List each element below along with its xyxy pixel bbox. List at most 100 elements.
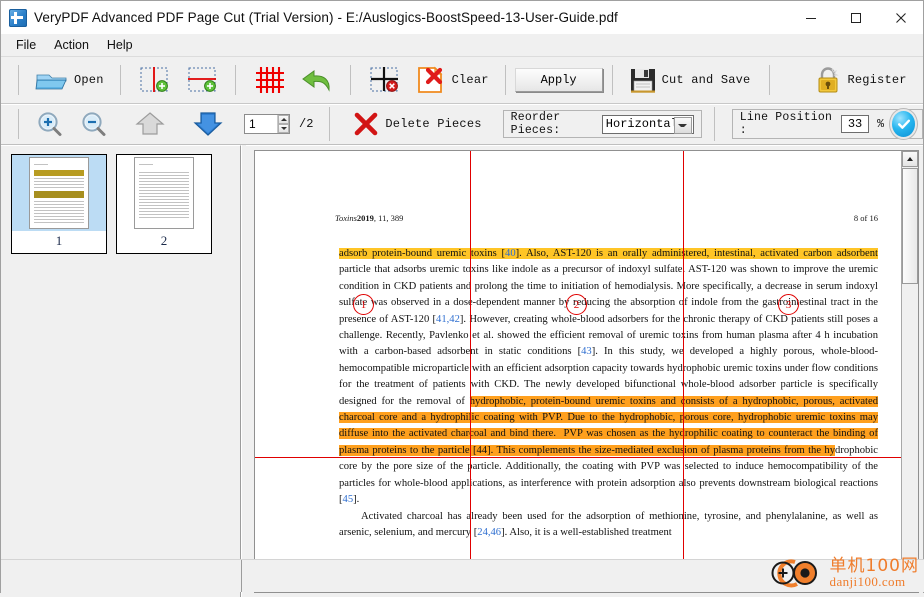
thumbnail-item-2[interactable]: 2 (116, 154, 212, 254)
document-viewer: Toxins2019, 11, 389 8 of 16 adsorb prote… (246, 145, 923, 597)
toolbar-separator (119, 65, 121, 95)
maximize-button[interactable] (833, 1, 878, 34)
watermark: 单机100网 danji100.com (765, 556, 919, 590)
thumbnail-page-image-1 (29, 157, 89, 229)
toolbar-separator (611, 65, 613, 95)
zoom-out-button[interactable] (72, 106, 116, 142)
page-navigation: /2 (244, 114, 313, 134)
cut-line-vertical-2[interactable] (683, 151, 685, 576)
toolbar-separator (18, 65, 19, 95)
clear-label: Clear (451, 73, 489, 87)
undo-button[interactable] (293, 61, 341, 99)
open-button[interactable]: Open (28, 63, 111, 97)
piece-marker-1: 1 (353, 294, 374, 315)
window-title: VeryPDF Advanced PDF Page Cut (Trial Ver… (34, 10, 618, 25)
close-button[interactable] (878, 1, 923, 34)
menu-bar: File Action Help (1, 34, 923, 57)
cut-line-horizontal-1[interactable] (255, 457, 902, 459)
grid-icon (255, 67, 284, 93)
menu-action[interactable]: Action (45, 35, 98, 55)
chevron-down-icon[interactable] (673, 116, 692, 134)
toolbar-separator (234, 65, 236, 95)
reorder-pieces-select[interactable]: Horizontal (601, 114, 694, 134)
watermark-cn: 单机100网 (829, 556, 919, 576)
thumbnail-number-1: 1 (55, 233, 63, 248)
application-window: VeryPDF Advanced PDF Page Cut (Trial Ver… (0, 0, 924, 597)
register-button[interactable]: Register (807, 62, 913, 98)
reorder-pieces-label: Reorder Pieces: (510, 111, 561, 137)
pdf-page-canvas[interactable]: Toxins2019, 11, 389 8 of 16 adsorb prote… (255, 151, 902, 576)
delete-pieces-label: Delete Pieces (385, 117, 482, 131)
cut-line-vertical-1[interactable] (470, 151, 472, 576)
zoom-out-icon (82, 112, 106, 136)
thumbnail-item-1[interactable]: 1 (11, 154, 107, 254)
minimize-icon (805, 17, 816, 19)
vertical-scroll-thumb[interactable] (902, 168, 918, 284)
page-spinner-down[interactable] (278, 124, 289, 133)
piece-marker-3: 3 (778, 294, 799, 315)
zoom-in-icon (38, 112, 62, 136)
toolbar-separator (769, 65, 771, 95)
down-arrow-icon (193, 112, 223, 136)
previous-page-button[interactable] (126, 106, 174, 142)
page-running-head: Toxins2019, 11, 389 8 of 16 (335, 213, 878, 223)
app-icon (9, 8, 27, 27)
add-vertical-line-button[interactable] (130, 61, 178, 99)
reorder-pieces-group: Reorder Pieces: Horizontal (502, 110, 702, 138)
clear-button[interactable]: Clear (408, 61, 496, 99)
toolbar-separator (18, 109, 19, 139)
save-floppy-icon (630, 69, 655, 93)
open-label: Open (74, 73, 104, 87)
thumbnail-preview-2 (117, 155, 211, 231)
menu-file[interactable]: File (7, 35, 45, 55)
title-bar: VeryPDF Advanced PDF Page Cut (Trial Ver… (1, 1, 923, 34)
add-vertical-line-icon (140, 67, 168, 92)
scroll-up-icon (907, 157, 913, 161)
add-horizontal-line-button[interactable] (178, 61, 226, 99)
line-position-group: Line Position : 33 % (731, 109, 923, 139)
zoom-in-button[interactable] (28, 106, 72, 142)
checkmark-icon (897, 119, 910, 129)
page-number-input[interactable] (245, 114, 277, 134)
thumbnail-number-2: 2 (160, 233, 168, 248)
page-total-label: /2 (299, 117, 314, 131)
main-area: 1 2 Toxins2019, 11, 389 8 of 16 adsorb p… (1, 145, 923, 597)
document-vertical-scrollbar[interactable] (901, 151, 918, 576)
paragraph-2: Activated charcoal has already been used… (339, 510, 878, 538)
secondary-toolbar: /2 Delete Pieces Reorder Pieces: Horizon… (1, 104, 923, 145)
cut-and-save-button[interactable]: Cut and Save (622, 62, 758, 98)
main-toolbar: Open Clear Apply Cut and Save Register (1, 57, 923, 104)
status-bar-left-section (1, 560, 242, 592)
grid-lines-button[interactable] (245, 61, 293, 99)
menu-help[interactable]: Help (98, 35, 142, 55)
line-position-label: Line Position : (739, 111, 833, 137)
scroll-up-button[interactable] (902, 151, 918, 167)
up-arrow-icon (135, 112, 165, 135)
delete-x-icon (355, 112, 378, 136)
pdf-page-content: Toxins2019, 11, 389 8 of 16 adsorb prote… (255, 151, 902, 576)
line-position-input[interactable]: 33 (840, 115, 870, 133)
apply-line-position-button[interactable] (892, 111, 916, 137)
watermark-text: 单机100网 danji100.com (829, 556, 919, 589)
remove-line-button[interactable] (360, 61, 408, 99)
running-head-left: Toxins2019, 11, 389 (335, 213, 404, 223)
minimize-button[interactable] (788, 1, 833, 34)
toolbar-separator (329, 107, 331, 141)
next-page-button[interactable] (184, 106, 232, 142)
watermark-logo-icon (771, 559, 817, 588)
document-frame: Toxins2019, 11, 389 8 of 16 adsorb prote… (254, 150, 919, 593)
delete-pieces-button[interactable]: Delete Pieces (345, 106, 488, 142)
undo-arrow-icon (301, 70, 330, 92)
thumbnail-panel[interactable]: 1 2 (1, 145, 241, 597)
open-folder-icon (35, 74, 67, 90)
cut-and-save-label: Cut and Save (661, 73, 751, 87)
maximize-icon (850, 12, 861, 23)
watermark-en: danji100.com (829, 574, 906, 589)
running-head-right: 8 of 16 (853, 213, 878, 223)
page-number-stepper[interactable] (244, 114, 290, 134)
apply-button[interactable]: Apply (514, 68, 603, 92)
thumbnail-page-image-2 (134, 157, 194, 229)
reorder-pieces-value: Horizontal (605, 117, 678, 131)
page-spinner-up[interactable] (278, 115, 289, 124)
page-spinner-buttons[interactable] (277, 115, 289, 133)
